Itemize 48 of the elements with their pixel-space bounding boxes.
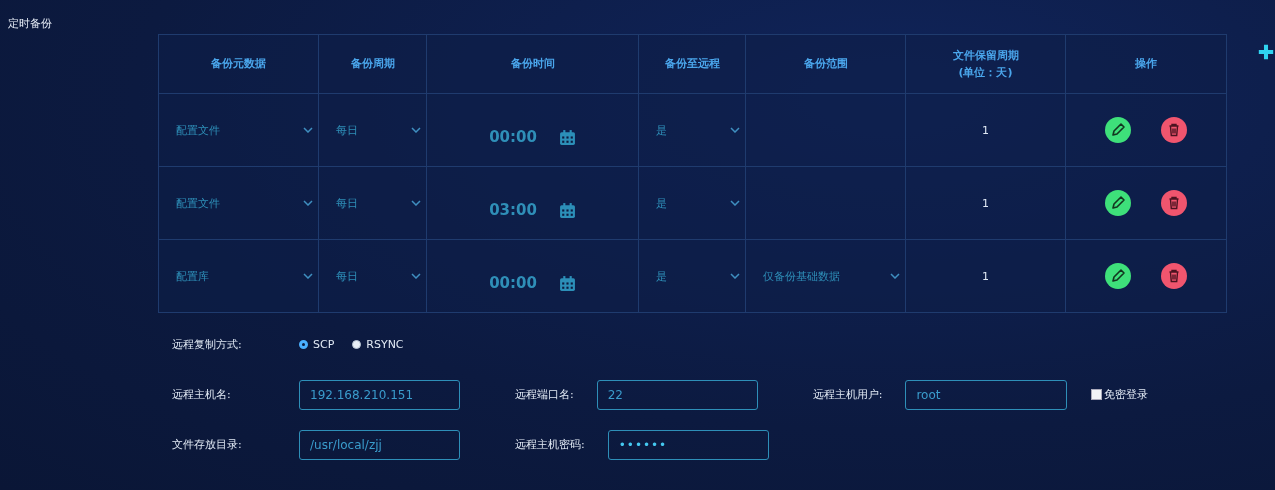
retention-value: 1 (982, 196, 989, 210)
time-value: 00:00 (489, 274, 537, 292)
column-header: 操作 (1065, 34, 1227, 94)
calendar-icon[interactable] (558, 274, 576, 292)
delete-button[interactable] (1161, 190, 1187, 216)
field-label: 远程端口名: (515, 387, 574, 402)
time-value: 03:00 (489, 201, 537, 219)
chevron-icon (303, 200, 313, 206)
field-label: 文件存放目录: (172, 437, 243, 452)
column-header: 备份周期 (318, 34, 427, 94)
chevron-icon (411, 273, 421, 279)
chevron-icon (411, 127, 421, 133)
delete-button[interactable] (1161, 117, 1187, 143)
field-label: 远程复制方式: (172, 337, 243, 352)
radio-option[interactable]: RSYNC (352, 338, 404, 351)
section-title: 定时备份 (8, 17, 52, 30)
edit-button[interactable] (1105, 263, 1131, 289)
input-field[interactable]: 22 (596, 379, 758, 410)
column-header: 备份时间 (426, 34, 639, 94)
chevron-icon (890, 273, 900, 279)
field-label: 远程主机密码: (515, 437, 585, 452)
chevron-icon (411, 200, 421, 206)
chevron-icon (730, 127, 740, 133)
chevron-icon (303, 273, 313, 279)
edit-button[interactable] (1105, 117, 1131, 143)
column-header: 备份范围 (745, 34, 906, 94)
edit-button[interactable] (1105, 190, 1131, 216)
chevron-icon (730, 273, 740, 279)
calendar-icon[interactable] (558, 201, 576, 219)
column-header: 备份元数据 (158, 34, 319, 94)
field-label: 远程主机用户: (812, 387, 883, 402)
chevron-icon (730, 200, 740, 206)
radio-option[interactable]: SCP (299, 338, 335, 351)
add-icon[interactable] (1257, 42, 1275, 62)
retention-value: 1 (982, 123, 989, 137)
input-field[interactable]: root (905, 379, 1068, 410)
input-field[interactable]: 192.168.210.151 (299, 379, 460, 410)
password-field[interactable]: •••••• (607, 429, 769, 460)
field-label: 远程主机名: (172, 387, 232, 402)
column-header: 文件保留周期 (单位：天) (905, 34, 1066, 94)
input-field[interactable]: /usr/local/zjj (299, 429, 460, 460)
column-header: 备份至远程 (638, 34, 746, 94)
time-value: 00:00 (489, 128, 537, 146)
retention-value: 1 (982, 269, 989, 283)
passwordless-checkbox[interactable]: 免密登录 (1091, 387, 1149, 402)
calendar-icon[interactable] (558, 128, 576, 146)
delete-button[interactable] (1161, 263, 1187, 289)
chevron-icon (303, 127, 313, 133)
